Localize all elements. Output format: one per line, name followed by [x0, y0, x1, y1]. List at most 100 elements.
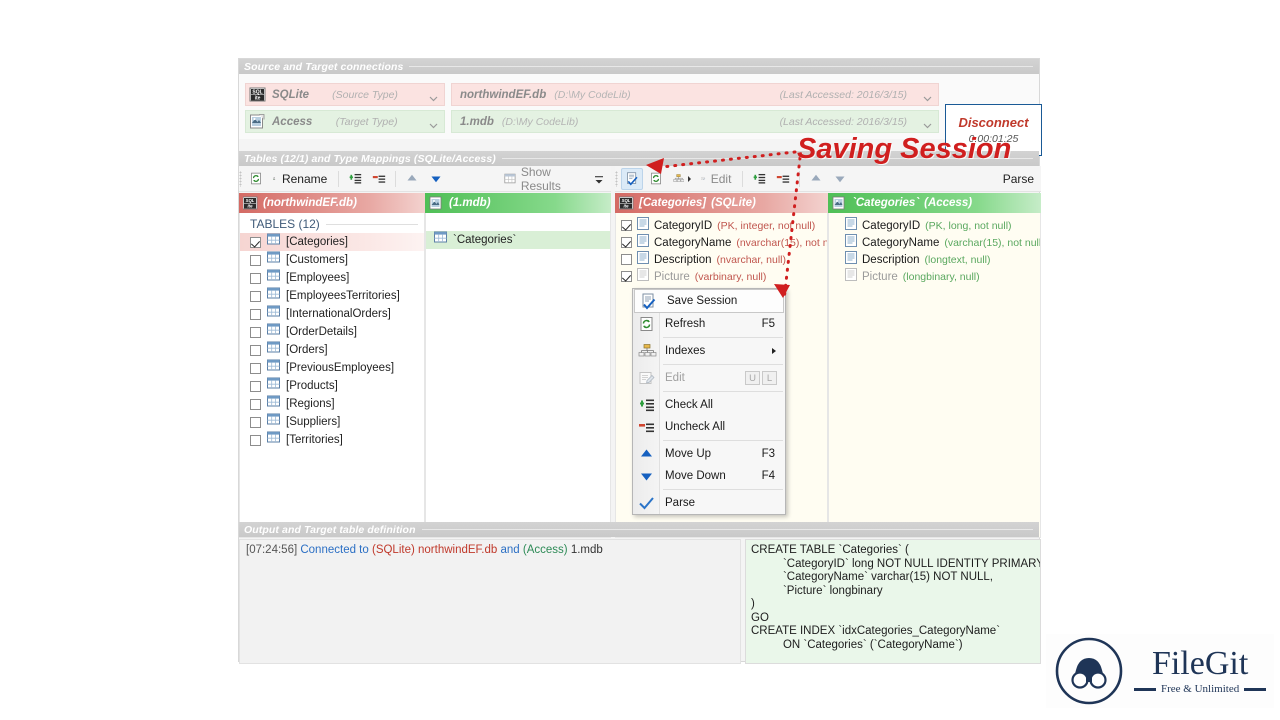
- table-row[interactable]: [Customers]: [240, 251, 424, 269]
- move-up-button[interactable]: [401, 168, 423, 190]
- column-row[interactable]: CategoryID (PK, integer, not null): [616, 216, 827, 234]
- menu-item-parse[interactable]: Parse: [633, 492, 785, 514]
- refresh-button[interactable]: [645, 168, 667, 190]
- table-row[interactable]: [EmployeesTerritories]: [240, 287, 424, 305]
- column-checkbox[interactable]: [621, 254, 632, 265]
- move-down-button[interactable]: [425, 168, 447, 190]
- output-log-panel[interactable]: [07:24:56] Connected to (SQLite) northwi…: [239, 539, 741, 664]
- table-checkbox[interactable]: [250, 416, 261, 428]
- target-database-combo[interactable]: 1.mdb (D:\My CodeLib) (Last Accessed: 20…: [451, 110, 939, 133]
- mapped-table-row[interactable]: `Categories`: [426, 231, 610, 249]
- column-row[interactable]: Description (nvarchar, null): [616, 250, 827, 268]
- column-icon: [845, 233, 857, 247]
- column-row[interactable]: CategoryID (PK, long, not null): [829, 216, 1040, 234]
- menu-item-refresh[interactable]: Refresh F5: [633, 313, 785, 335]
- target-type-combo[interactable]: Access (Target Type): [245, 110, 445, 133]
- tables-legend: TABLES (12): [240, 213, 424, 233]
- column-checkbox[interactable]: [621, 271, 632, 282]
- check-all-button[interactable]: [748, 168, 770, 190]
- table-checkbox[interactable]: [250, 326, 261, 338]
- menu-item-save-session[interactable]: Save Session: [634, 289, 784, 313]
- connections-area: SQL ite SQLite (Source Type) northwindEF…: [239, 74, 1042, 156]
- table-checkbox[interactable]: [250, 362, 261, 374]
- chevron-down-icon[interactable]: [923, 90, 932, 102]
- parse-button[interactable]: Parse: [994, 168, 1040, 190]
- move-up-button[interactable]: [805, 168, 827, 190]
- table-row[interactable]: [Regions]: [240, 395, 424, 413]
- access-icon: [832, 196, 847, 211]
- table-checkbox[interactable]: [250, 236, 261, 248]
- rename-button[interactable]: ab ac Rename: [269, 168, 333, 190]
- menu-item-label: Check All: [665, 399, 713, 411]
- table-checkbox[interactable]: [250, 290, 261, 302]
- table-checkbox[interactable]: [250, 344, 261, 356]
- column-type: (varchar(15), not null): [944, 236, 1041, 249]
- source-tables-panel-header: SQL ite (northwindEF.db): [239, 193, 425, 213]
- table-icon: [267, 251, 280, 263]
- show-results-button[interactable]: Show Results: [500, 165, 585, 193]
- toolbar-grip[interactable]: [615, 170, 618, 187]
- chevron-down-icon[interactable]: [429, 90, 438, 102]
- chevron-down-icon[interactable]: [923, 117, 932, 129]
- table-row[interactable]: [Territories]: [240, 431, 424, 449]
- edit-label: Edit: [710, 171, 732, 186]
- target-columns-list[interactable]: CategoryID (PK, long, not null) CategoryNa…: [828, 213, 1041, 538]
- source-tables-list[interactable]: TABLES (12) [Categories] [Customers] [Empl…: [239, 213, 425, 538]
- move-down-button[interactable]: [829, 168, 851, 190]
- column-icon-wrap: [637, 233, 649, 252]
- column-type: (longtext, null): [924, 253, 991, 266]
- column-row[interactable]: CategoryName (nvarchar(15), not null): [616, 233, 828, 252]
- column-type: (nvarchar(15), not null): [736, 236, 828, 249]
- move-down-icon: [431, 176, 441, 183]
- menu-item-indexes[interactable]: Indexes: [633, 340, 785, 362]
- save-session-button[interactable]: [620, 167, 643, 190]
- chevron-down-icon[interactable]: [688, 175, 692, 182]
- table-checkbox[interactable]: [250, 254, 261, 266]
- column-checkbox[interactable]: [621, 237, 632, 248]
- indexes-button[interactable]: [669, 168, 696, 190]
- table-row[interactable]: [Categories]: [240, 233, 424, 251]
- table-checkbox[interactable]: [250, 308, 261, 320]
- table-icon: [267, 431, 280, 443]
- column-row[interactable]: Description (longtext, null): [829, 250, 1040, 268]
- edit-button[interactable]: Edit: [697, 168, 737, 190]
- menu-separator: [663, 364, 783, 365]
- toolbar-overflow-button[interactable]: [588, 168, 610, 190]
- menu-item-check-all[interactable]: Check All: [633, 394, 785, 416]
- table-checkbox[interactable]: [250, 398, 261, 410]
- table-row[interactable]: [OrderDetails]: [240, 323, 424, 341]
- menu-item-move-up[interactable]: Move Up F3: [633, 443, 785, 465]
- column-row[interactable]: Picture (longbinary, null): [829, 267, 1040, 286]
- table-name: [InternationalOrders]: [286, 308, 391, 320]
- menu-item-uncheck-all[interactable]: Uncheck All: [633, 416, 785, 438]
- table-row[interactable]: [Suppliers]: [240, 413, 424, 431]
- table-checkbox[interactable]: [250, 434, 261, 446]
- uncheck-all-button[interactable]: [368, 168, 390, 190]
- column-row[interactable]: CategoryName (varchar(15), not null): [829, 233, 1041, 251]
- uncheck-all-button[interactable]: [772, 168, 794, 190]
- context-menu[interactable]: Save Session Refresh F5 Indexes Edit U L Check …: [632, 288, 786, 515]
- menu-item-move-down[interactable]: Move Down F4: [633, 465, 785, 487]
- sql-line: CREATE INDEX `idxCategories_CategoryName…: [751, 625, 1001, 637]
- table-row[interactable]: [Products]: [240, 377, 424, 395]
- table-row[interactable]: [Orders]: [240, 341, 424, 359]
- table-row[interactable]: [PreviousEmployees]: [240, 359, 424, 377]
- chevron-down-icon[interactable]: [429, 117, 438, 129]
- check-all-button[interactable]: [344, 168, 366, 190]
- target-table-definition-panel[interactable]: CREATE TABLE `Categories` ( `CategoryID`…: [745, 539, 1041, 664]
- target-tables-list[interactable]: `Categories`: [425, 213, 611, 538]
- menu-item-edit: Edit U L: [633, 367, 785, 389]
- refresh-button[interactable]: [245, 168, 267, 190]
- column-checkbox[interactable]: [621, 220, 632, 231]
- column-icon-wrap: [845, 267, 857, 286]
- source-database-combo[interactable]: northwindEF.db (D:\My CodeLib) (Last Acc…: [451, 83, 939, 106]
- table-checkbox[interactable]: [250, 380, 261, 392]
- source-type-combo[interactable]: SQL ite SQLite (Source Type): [245, 83, 445, 106]
- table-row[interactable]: [InternationalOrders]: [240, 305, 424, 323]
- log-engine-target: (Access): [522, 544, 568, 556]
- save-session-icon: [640, 293, 657, 310]
- toolbar-grip[interactable]: [239, 170, 243, 187]
- column-row[interactable]: Picture (varbinary, null): [616, 267, 827, 285]
- table-row[interactable]: [Employees]: [240, 269, 424, 287]
- table-checkbox[interactable]: [250, 272, 261, 284]
